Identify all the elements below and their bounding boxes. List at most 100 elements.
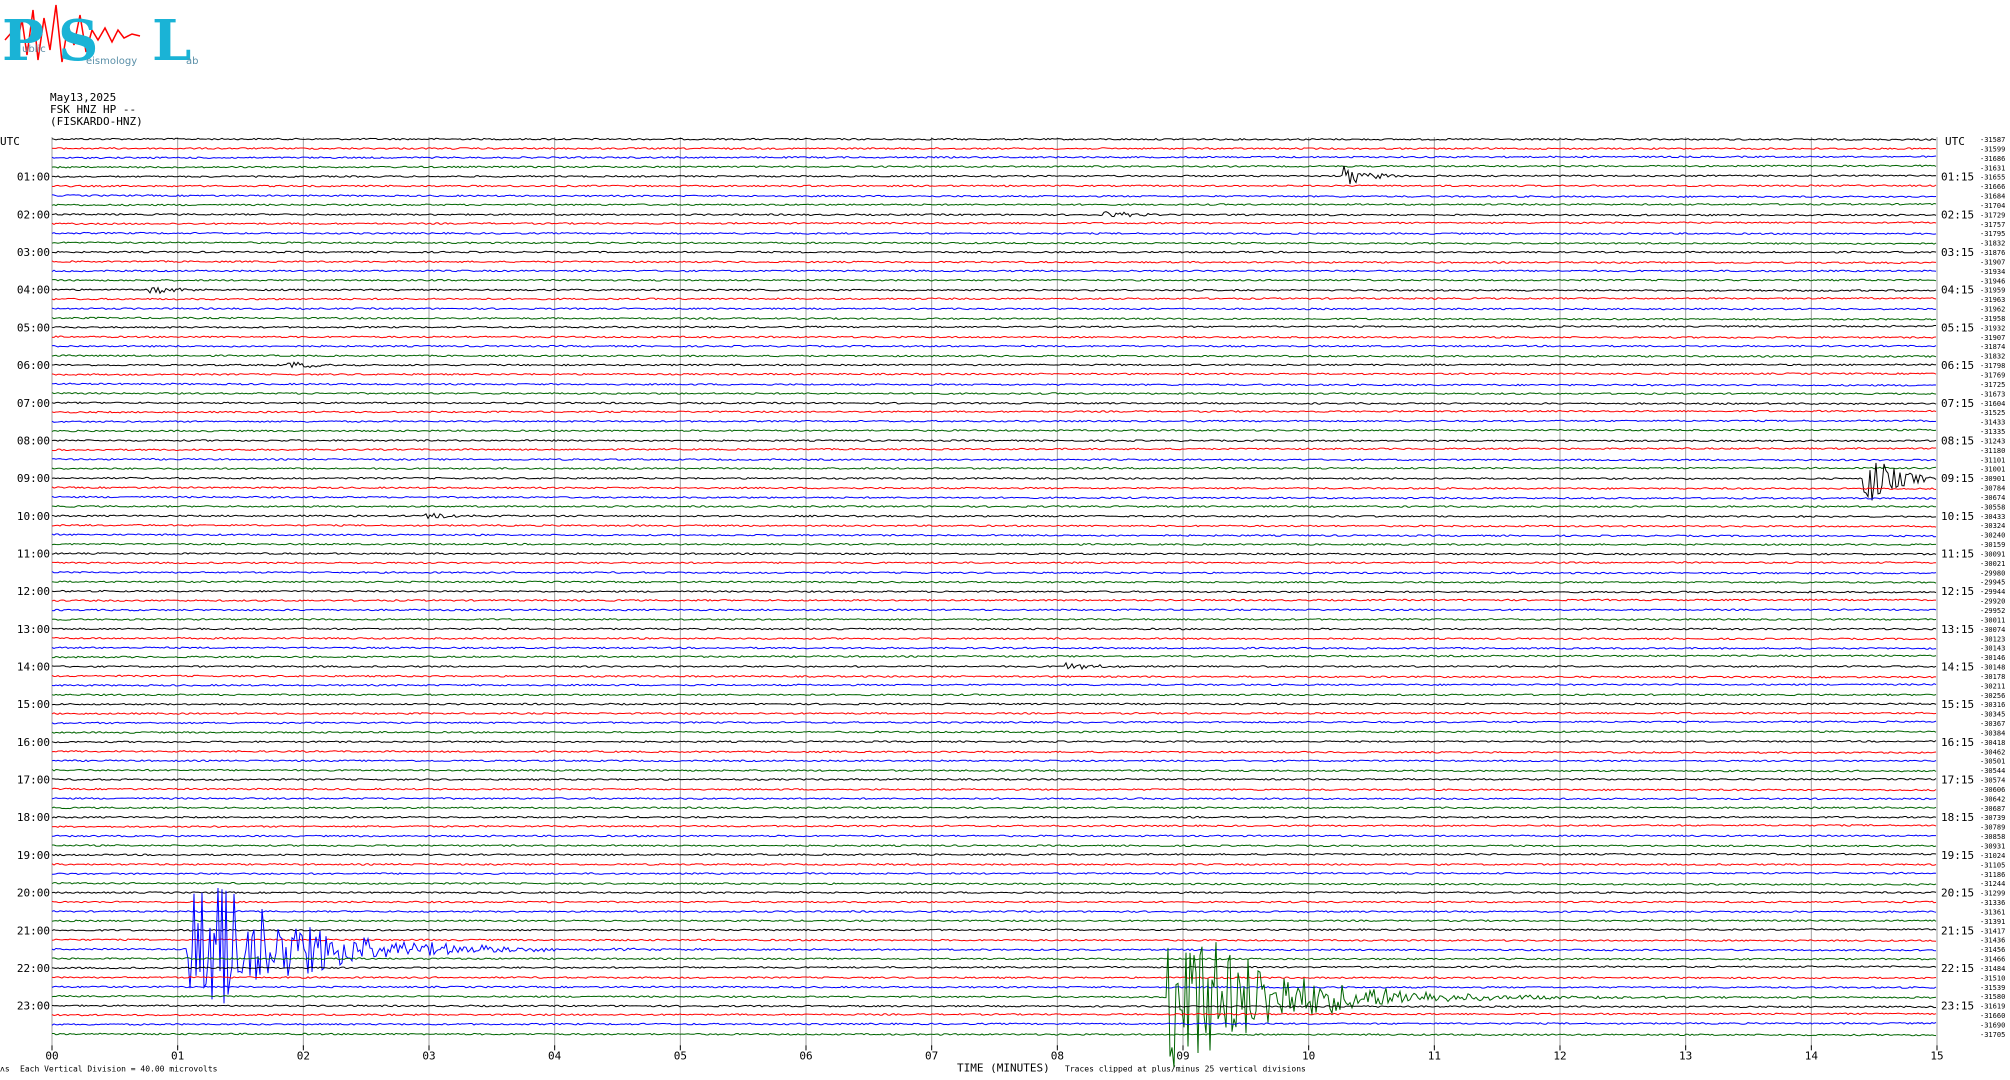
offset-label: -30146 [1980,654,2005,662]
offset-label: -30789 [1980,824,2005,832]
utc-label-left: UTC [0,135,20,148]
offset-label: -31704 [1980,202,2005,210]
x-tick-label: 09 [1176,1049,1189,1062]
trace-row [52,871,1937,876]
offset-label: -31587 [1980,136,2005,144]
offset-label: -30931 [1980,843,2005,851]
offset-label: -31666 [1980,183,2005,191]
offset-label: -31243 [1980,437,2005,445]
offset-label: -31539 [1980,984,2005,992]
offset-label: -31631 [1980,164,2005,172]
offset-label: -31604 [1980,400,2005,408]
trace-row [51,428,1937,433]
offset-label: -30256 [1980,692,2005,700]
footer-mark: ʌs [0,1064,10,1073]
trace-row [51,202,1937,207]
trace-row [51,542,1936,546]
offset-label: -31705 [1980,1031,2005,1039]
hour-label-right: 01:15 [1941,171,1974,184]
trace-row [51,891,1937,895]
trace-row [51,147,1937,150]
offset-label: -31958 [1980,315,2005,323]
trace-row [51,354,1937,358]
offset-label: -30901 [1980,475,2005,483]
x-tick-label: 04 [548,1049,562,1062]
offset-label: -31946 [1980,277,2005,285]
trace-row [51,881,1937,886]
x-tick-label: 12 [1553,1049,1566,1062]
trace-row [51,164,1937,169]
x-tick-label: 10 [1302,1049,1315,1062]
hour-label-left: 15:00 [17,698,50,711]
hour-label-left: 22:00 [17,962,50,975]
trace-row [51,711,1937,715]
helicorder-plot: UTC UTC 01:00 02:00 03:00 04:00 05:00 06:00 07:0… [0,135,2005,1074]
trace-row [51,900,1937,904]
offset-label: -31684 [1980,193,2005,201]
trace-row [51,598,1936,602]
hour-label-left: 19:00 [17,849,50,862]
offset-label: -30148 [1980,664,2005,672]
offset-label: -31932 [1980,324,2005,332]
trace-row [52,165,1937,185]
offset-label: -30739 [1980,814,2005,822]
trace-row [51,824,1937,828]
trace-row [51,1004,1937,1009]
offset-label: -31180 [1980,447,2005,455]
x-axis-label: TIME (MINUTES) [957,1061,1050,1074]
offset-label: -31934 [1980,268,2005,276]
offset-label: -30367 [1980,720,2005,728]
hour-label-right: 21:15 [1941,924,1974,937]
trace-row [51,702,1937,706]
hour-label-left: 16:00 [17,736,50,749]
trace-row [51,457,1937,462]
hour-label-right: 15:15 [1941,698,1974,711]
division-note: Each Vertical Division = 40.00 microvolt… [20,1064,218,1073]
hour-label-right: 06:15 [1941,359,1974,372]
hour-label-right: 10:15 [1941,510,1974,523]
offset-label: -31962 [1980,306,2005,314]
x-tick-label: 07 [925,1049,938,1062]
offset-label: -31391 [1980,918,2005,926]
offset-label: -30211 [1980,682,2005,690]
offset-label: -30324 [1980,522,2005,530]
offset-label: -31299 [1980,890,2005,898]
offset-label: -29980 [1980,569,2005,577]
offset-label: -29945 [1980,579,2005,587]
x-tick-label: 05 [674,1049,687,1062]
clip-note: Traces clipped at plus/minus 25 vertical… [1065,1064,1306,1073]
trace-row [51,324,1936,329]
trace-row [51,1021,1937,1026]
x-tick-label: 11 [1428,1049,1441,1062]
offset-label: -31619 [1980,1003,2005,1011]
trace-row [51,720,1937,725]
hour-label-right: 08:15 [1941,434,1974,447]
offset-label: -31963 [1980,296,2005,304]
hour-label-right: 19:15 [1941,849,1974,862]
trace-row [51,447,1937,452]
hour-label-left: 11:00 [17,547,50,560]
trace-row [51,361,1936,369]
offset-label: -30674 [1980,494,2005,502]
trace-row [51,409,1937,414]
trace-row [51,759,1937,763]
trace-row [52,654,1937,659]
x-tick-label: 03 [422,1049,435,1062]
offset-label: -30011 [1980,616,2005,624]
hour-label-left: 12:00 [17,585,50,598]
hour-label-right: 04:15 [1941,284,1974,297]
offset-label: -31525 [1980,409,2005,417]
trace-row [51,965,1937,970]
trace-row [51,372,1937,376]
hour-label-right: 13:15 [1941,623,1974,636]
trace-row [51,495,1937,500]
trace-row [51,957,1937,961]
trace-row [51,938,1937,942]
trace-row [51,806,1937,810]
hour-label-right: 11:15 [1941,547,1974,560]
x-tick-label: 08 [1051,1049,1064,1062]
trace-row [51,750,1937,754]
trace-row [51,1012,1937,1017]
trace-row [51,627,1937,631]
hour-label-left: 17:00 [17,774,50,787]
